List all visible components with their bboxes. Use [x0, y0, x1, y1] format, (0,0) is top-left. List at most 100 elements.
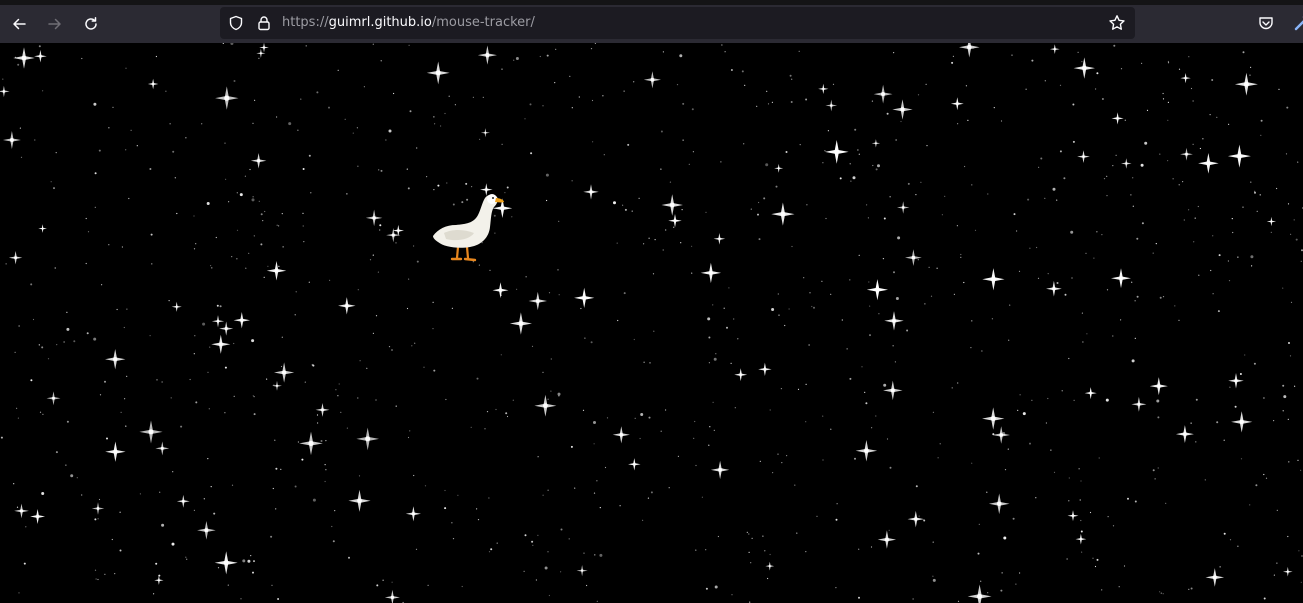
- star-dot: [366, 367, 368, 369]
- star-dot: [1141, 62, 1143, 64]
- star-dot: [1162, 92, 1164, 95]
- star-sparkle: [8, 250, 23, 265]
- star-sparkle: [713, 233, 726, 245]
- star-dot: [640, 413, 644, 416]
- star-dot: [868, 281, 870, 283]
- star-dot: [130, 129, 132, 131]
- star-dot: [444, 507, 447, 510]
- star-dot: [1112, 525, 1115, 527]
- star-dot: [1070, 230, 1074, 234]
- reload-button[interactable]: [76, 9, 106, 39]
- star-dot: [1167, 60, 1169, 63]
- star-dot: [744, 84, 746, 86]
- star-dot: [85, 217, 87, 220]
- star-dot: [180, 425, 183, 428]
- star-dot: [1190, 87, 1193, 90]
- star-dot: [673, 226, 675, 228]
- star-dot: [647, 497, 650, 499]
- star-dot: [692, 151, 695, 153]
- star-sparkle: [147, 78, 159, 90]
- star-sparkle: [771, 202, 795, 226]
- star-dot: [1237, 256, 1239, 258]
- bookmark-button[interactable]: [1105, 11, 1129, 35]
- star-dot: [454, 104, 456, 106]
- star-dot: [70, 474, 74, 478]
- star-dot: [709, 426, 711, 428]
- star-dot: [251, 339, 255, 343]
- star-dot: [960, 256, 962, 258]
- star-dot: [557, 392, 561, 396]
- star-dot: [452, 538, 455, 540]
- star-dot: [854, 457, 856, 460]
- arrow-left-icon: [13, 18, 26, 30]
- star-dot: [1124, 119, 1126, 121]
- starfield-background: [0, 43, 1303, 603]
- star-dot: [781, 462, 783, 464]
- star-dot: [13, 483, 15, 485]
- star-dot: [488, 497, 490, 499]
- star-dot: [1289, 355, 1292, 357]
- star-dot: [108, 244, 110, 246]
- star-dot: [835, 587, 837, 589]
- star-dot: [1155, 243, 1157, 245]
- star-dot: [1219, 566, 1221, 568]
- star-dot: [1287, 418, 1289, 420]
- star-dot: [705, 549, 707, 551]
- star-dot: [216, 304, 219, 307]
- star-dot: [1188, 588, 1190, 591]
- star-dot: [1167, 119, 1169, 121]
- star-dot: [1072, 103, 1075, 106]
- star-dot: [886, 438, 889, 440]
- star-dot: [1015, 583, 1017, 585]
- page-viewport[interactable]: [0, 43, 1303, 603]
- star-dot: [1066, 558, 1068, 560]
- star-dot: [539, 55, 541, 58]
- star-dot: [822, 459, 824, 461]
- back-button[interactable]: [4, 9, 34, 39]
- star-dot: [596, 480, 598, 482]
- star-dot: [169, 123, 171, 125]
- star-dot: [544, 566, 548, 570]
- star-dot: [395, 405, 397, 407]
- star-dot: [388, 129, 392, 133]
- star-dot: [707, 317, 711, 321]
- star-dot: [1204, 479, 1206, 481]
- star-dot: [1216, 421, 1219, 424]
- star-dot: [47, 358, 50, 360]
- star-dot: [886, 112, 889, 115]
- star-dot: [202, 322, 206, 326]
- star-dot: [151, 263, 153, 265]
- star-sparkle: [612, 426, 630, 444]
- star-dot: [546, 54, 549, 57]
- star-dot: [1040, 157, 1043, 160]
- extension-button[interactable]: [1290, 11, 1303, 35]
- star-dot: [1036, 246, 1038, 249]
- address-bar[interactable]: https://guimrl.github.io/mouse-tracker/: [220, 7, 1135, 39]
- star-sparkle: [967, 584, 992, 603]
- star-dot: [76, 477, 78, 479]
- star-dot: [81, 494, 83, 496]
- star-dot: [558, 395, 560, 397]
- star-dot: [1134, 337, 1136, 339]
- star-dot: [1218, 254, 1221, 257]
- pocket-button[interactable]: [1254, 11, 1278, 35]
- star-dot: [682, 139, 684, 141]
- star-dot: [830, 428, 832, 430]
- star-dot: [172, 150, 175, 153]
- star-dot: [249, 168, 251, 171]
- star-dot: [1211, 79, 1214, 81]
- star-dot: [119, 549, 122, 552]
- star-dot: [325, 469, 327, 471]
- forward-button[interactable]: [40, 9, 70, 39]
- lock-icon[interactable]: [256, 15, 272, 31]
- star-dot: [1063, 177, 1066, 180]
- star-dot: [546, 199, 548, 202]
- star-dot: [30, 379, 33, 382]
- star-dot: [557, 269, 559, 271]
- shield-icon[interactable]: [228, 15, 244, 31]
- star-dot: [233, 342, 235, 345]
- url-text[interactable]: https://guimrl.github.io/mouse-tracker/: [282, 15, 535, 31]
- star-dot: [156, 379, 158, 381]
- star-dot: [825, 217, 827, 220]
- star-dot: [1250, 66, 1252, 68]
